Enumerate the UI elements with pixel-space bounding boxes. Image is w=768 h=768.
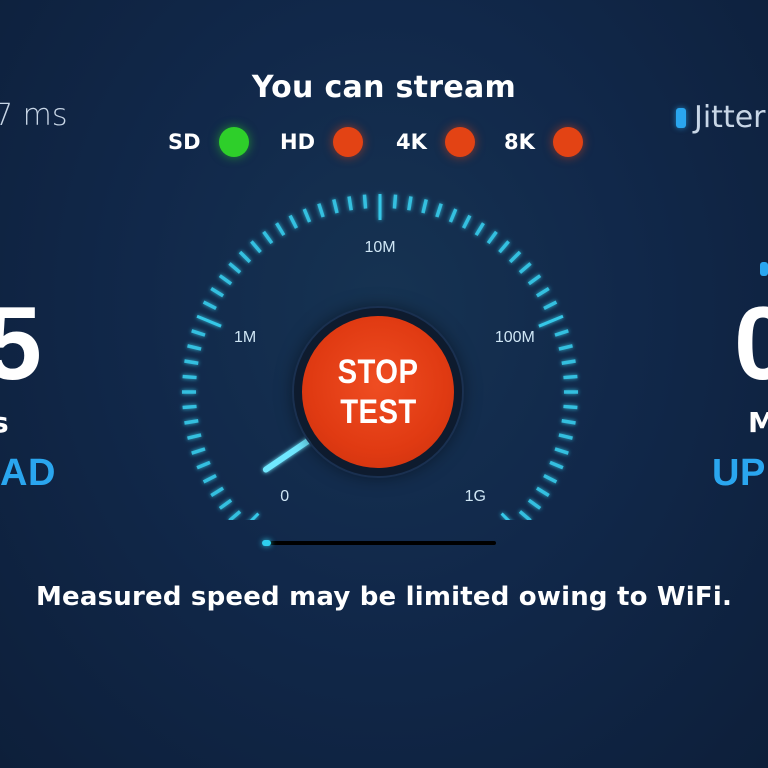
gauge-minor-tick	[435, 203, 443, 218]
gauge-minor-tick	[392, 194, 398, 209]
gauge-minor-tick	[535, 287, 550, 298]
stop-test-label-line2: TEST	[339, 393, 417, 431]
gauge-minor-tick	[448, 208, 458, 223]
gauge-minor-tick	[558, 344, 573, 351]
gauge-label-1g: 1G	[465, 488, 486, 505]
gauge-minor-tick	[182, 404, 197, 410]
gauge-needle	[262, 433, 317, 473]
gauge-minor-tick	[196, 460, 211, 470]
quality-8k-indicator	[552, 127, 583, 157]
quality-hd: HD	[280, 124, 364, 160]
upload-indicator-icon	[760, 262, 768, 276]
download-label: OAD	[0, 452, 56, 494]
upload-unit: M	[748, 406, 768, 439]
gauge-minor-tick	[554, 329, 569, 337]
gauge-major-tick	[196, 314, 222, 328]
gauge-minor-tick	[228, 510, 242, 520]
gauge-minor-tick	[228, 262, 242, 274]
gauge-label-1m: 1M	[234, 329, 256, 346]
quality-sd: SD	[168, 124, 249, 160]
gauge-minor-tick	[362, 194, 368, 209]
gauge-minor-tick	[218, 274, 233, 286]
gauge-minor-tick	[543, 473, 558, 484]
quality-8k: 8K	[504, 124, 583, 160]
gauge-minor-tick	[518, 510, 532, 520]
upload-label: UP	[712, 452, 766, 494]
gauge-minor-tick	[191, 329, 206, 337]
gauge-minor-tick	[275, 222, 286, 237]
gauge-minor-tick	[218, 498, 233, 510]
gauge-minor-tick	[210, 486, 225, 497]
test-progress-fill	[262, 540, 272, 546]
gauge-minor-tick	[474, 222, 485, 237]
gauge-major-tick	[500, 512, 511, 520]
gauge-minor-tick	[187, 344, 202, 351]
gauge-major-tick	[538, 314, 564, 328]
gauge-minor-tick	[187, 433, 202, 440]
gauge-label-0: 0	[280, 488, 289, 505]
gauge-minor-tick	[202, 300, 217, 311]
gauge-minor-tick	[317, 203, 325, 218]
upload-value: 0	[734, 286, 768, 402]
download-unit: s	[0, 406, 9, 439]
gauge-minor-tick	[543, 300, 558, 311]
gauge-label-100m: 100M	[495, 329, 535, 346]
gauge-label-10m: 10M	[364, 239, 395, 256]
gauge-minor-tick	[191, 447, 206, 455]
quality-sd-label: SD	[168, 130, 201, 154]
gauge-minor-tick	[461, 214, 472, 229]
gauge-minor-tick	[561, 419, 576, 425]
gauge-minor-tick	[407, 196, 413, 211]
ping-value: 7 ms	[0, 98, 68, 133]
gauge-minor-tick	[498, 240, 510, 254]
gauge-minor-tick	[518, 262, 532, 274]
gauge-minor-tick	[486, 230, 498, 245]
gauge-minor-tick	[563, 374, 578, 380]
quality-8k-label: 8K	[504, 130, 535, 154]
gauge-minor-tick	[202, 473, 217, 484]
gauge-minor-tick	[554, 447, 569, 455]
quality-hd-label: HD	[280, 130, 316, 154]
gauge-minor-tick	[238, 250, 252, 264]
jitter-stat: Jitter	[676, 100, 766, 135]
quality-4k-label: 4K	[396, 130, 427, 154]
gauge-minor-tick	[250, 240, 262, 254]
gauge-minor-tick	[347, 196, 353, 211]
test-progress-bar	[262, 540, 496, 546]
gauge-minor-tick	[210, 287, 225, 298]
stop-test-label-line1: STOP	[337, 353, 419, 391]
gauge-minor-tick	[535, 486, 550, 497]
quality-4k: 4K	[396, 124, 475, 160]
gauge-minor-tick	[332, 199, 339, 214]
quality-4k-indicator	[444, 127, 475, 157]
gauge-minor-tick	[182, 374, 197, 380]
gauge-minor-tick	[508, 250, 522, 264]
gauge-minor-tick	[558, 433, 573, 440]
gauge-minor-tick	[421, 199, 428, 214]
gauge-minor-tick	[527, 498, 542, 510]
gauge-minor-tick	[262, 230, 274, 245]
gauge-minor-tick	[302, 208, 312, 223]
gauge-minor-tick	[563, 404, 578, 410]
wifi-notice: Measured speed may be limited owing to W…	[35, 582, 733, 612]
stop-test-button[interactable]: STOP TEST	[294, 308, 462, 476]
quality-sd-indicator	[218, 127, 249, 157]
stream-title: You can stream	[251, 70, 517, 105]
gauge-minor-tick	[184, 419, 199, 425]
gauge-minor-tick	[288, 214, 299, 229]
gauge-minor-tick	[527, 274, 542, 286]
gauge-minor-tick	[561, 359, 576, 365]
quality-hd-indicator	[333, 127, 364, 157]
gauge-major-tick	[249, 512, 260, 520]
jitter-icon	[676, 107, 686, 128]
gauge-minor-tick	[184, 359, 199, 365]
download-value: 5	[0, 286, 42, 402]
gauge-minor-tick	[549, 460, 564, 470]
jitter-label: Jitter	[694, 100, 766, 135]
